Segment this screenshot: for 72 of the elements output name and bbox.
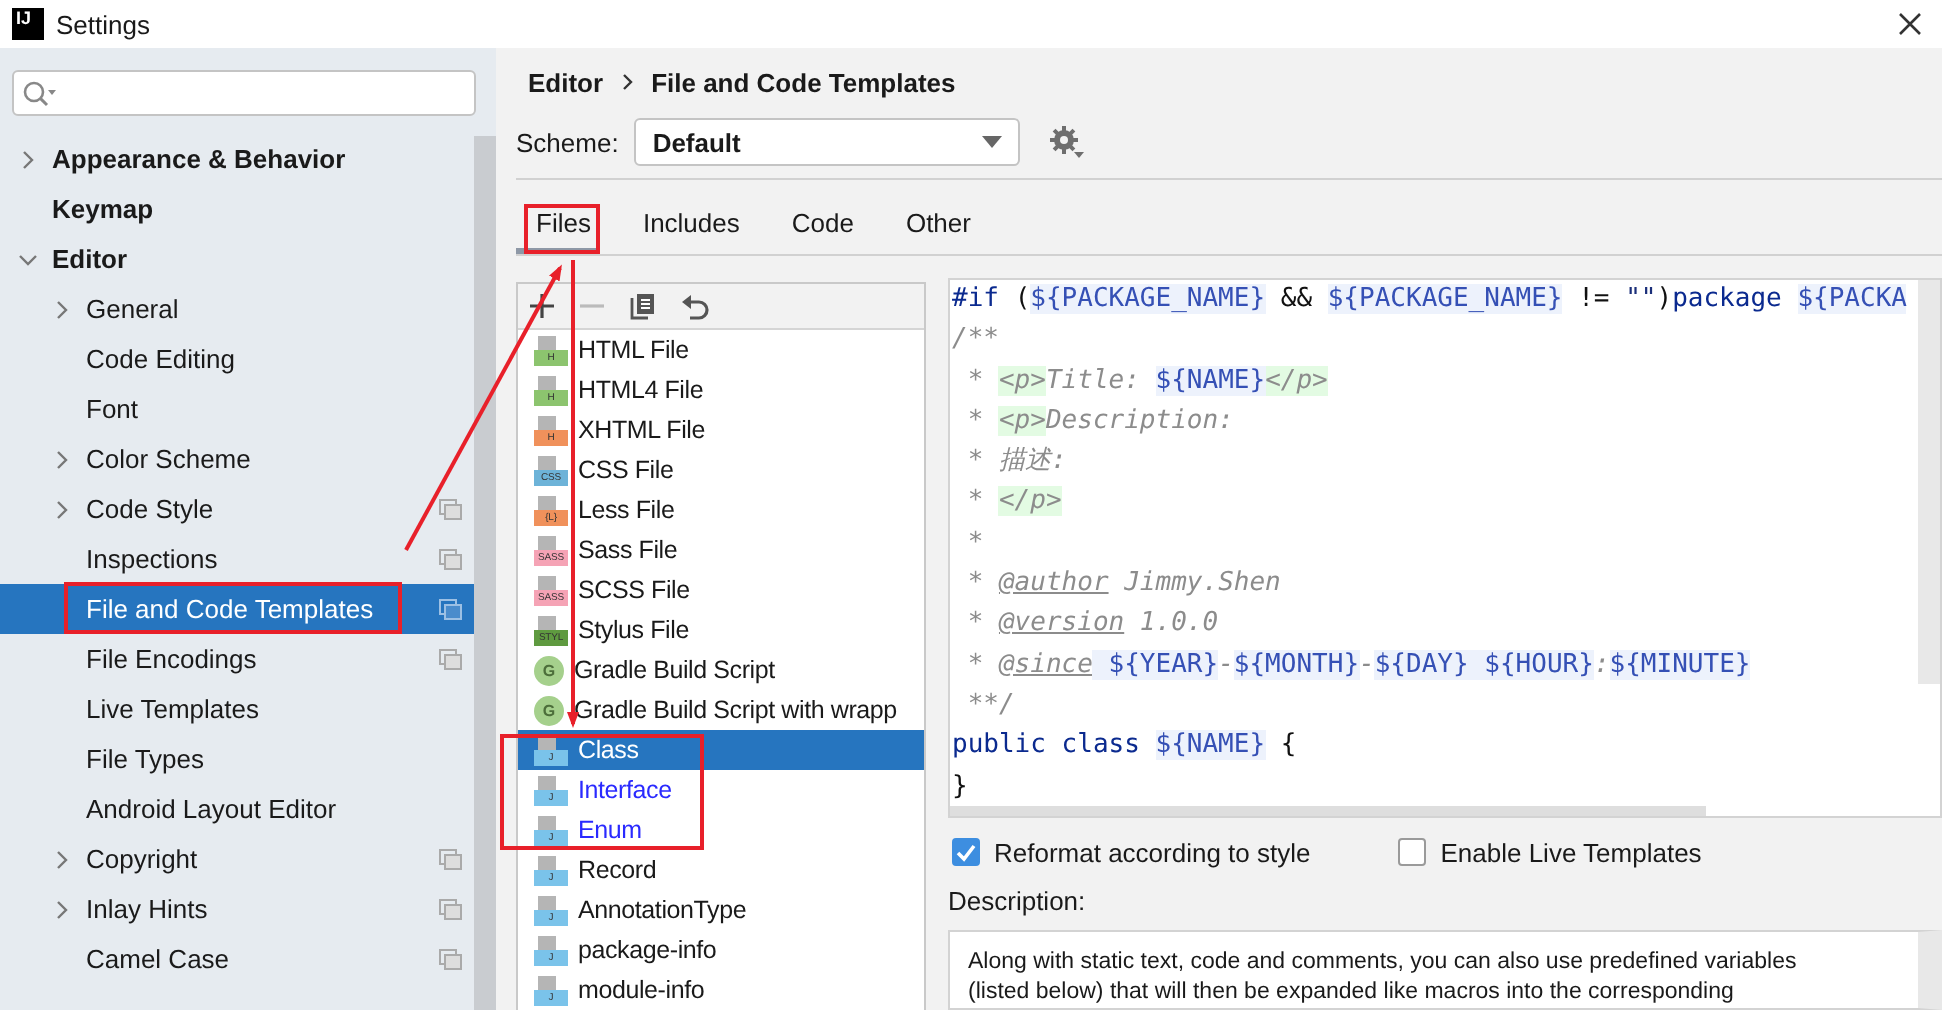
code-line: public class ${NAME} { (950, 728, 1299, 765)
code-line: * 描述: (965, 444, 1069, 481)
caret-icon (982, 136, 1003, 148)
app-logo: IJ (12, 8, 44, 40)
description-label: Description: (948, 884, 1088, 920)
gradle-icon: G (534, 655, 564, 685)
chevron-icon[interactable] (18, 149, 38, 169)
sidebar-item[interactable]: Android Layout Editor (0, 784, 474, 834)
sidebar-item[interactable]: Code Editing (0, 334, 474, 384)
code-line: /** (950, 322, 1001, 359)
code-line: **/ (965, 687, 1017, 724)
sidebar-item[interactable]: Editor (0, 234, 474, 284)
window-title: Settings (56, 9, 150, 39)
chevron-icon (619, 72, 636, 92)
template-item[interactable]: G Gradle Build Script (518, 650, 924, 690)
chevron-icon[interactable] (52, 899, 72, 919)
sidebar-item[interactable]: Keymap (0, 184, 474, 234)
sidebar-item[interactable]: File Types (0, 734, 474, 784)
sidebar-item[interactable]: Copyright (0, 834, 474, 884)
description-text: Along with static text, code and comments, you can also use predefined variables (968, 948, 1799, 978)
sidebar-item[interactable]: Inspections (0, 534, 474, 584)
plus-icon[interactable] (530, 294, 554, 318)
chevron-icon[interactable] (18, 249, 38, 269)
highlight-frame (524, 204, 600, 254)
checkbox[interactable] (952, 838, 980, 867)
tab[interactable]: Code (765, 200, 880, 254)
chevron-icon[interactable] (52, 849, 72, 869)
code-line: } (950, 769, 970, 806)
code-line: * @author Jimmy.Shen (965, 566, 1283, 603)
sidebar-item[interactable]: Appearance & Behavior (0, 134, 474, 184)
sidebar-item[interactable]: File and Code Templates (0, 584, 474, 634)
tab[interactable]: Files (516, 200, 601, 254)
sidebar-item[interactable]: Code Style (0, 484, 474, 534)
chevron-icon[interactable] (52, 499, 72, 519)
scheme-dropdown[interactable]: Default (634, 118, 1021, 166)
chevron-icon[interactable] (52, 299, 72, 319)
gradle-icon: G (534, 695, 564, 725)
code-line: * </p> (965, 484, 1064, 521)
undo-icon[interactable] (682, 293, 710, 319)
checkbox-option[interactable]: Reformat according to style (952, 837, 1311, 868)
description-text: (listed below) that will then be expanded like macros into the corresponding (968, 978, 1736, 1008)
code-editor[interactable] (948, 278, 1942, 819)
sidebar-item[interactable]: Camel Case (0, 934, 474, 984)
chevron-icon[interactable] (52, 449, 72, 469)
template-item[interactable]: G Gradle Build Script with wrapp (518, 690, 924, 730)
code-line: #if (${PACKAGE_NAME} && ${PACKAGE_NAME} != "")package ${PACKA (950, 282, 1909, 318)
checkbox[interactable] (1398, 838, 1427, 867)
search-field[interactable] (12, 70, 476, 116)
breadcrumb-item: Editor (528, 67, 604, 97)
code-line: * <p>Description: (965, 403, 1236, 440)
sidebar-item[interactable]: Color Scheme (0, 434, 474, 484)
code-line: * (965, 525, 986, 562)
copy-icon[interactable] (630, 292, 656, 320)
sidebar-item[interactable]: Font (0, 384, 474, 434)
scrollbar[interactable] (1918, 280, 1940, 684)
checkbox-option[interactable]: Enable Live Templates (1398, 837, 1702, 868)
search-icon (22, 79, 58, 107)
scheme-label: Scheme: (516, 127, 619, 157)
sidebar-item[interactable]: General (0, 284, 474, 334)
scrollbar[interactable] (950, 806, 1706, 817)
scrollbar[interactable] (474, 136, 496, 1010)
code-line: * @version 1.0.0 (965, 606, 1221, 643)
code-line: * @since ${YEAR}-${MONTH}-${DAY} ${HOUR}:${MINUTE} (965, 647, 1753, 684)
sidebar-item[interactable]: File Encodings (0, 634, 474, 684)
sidebar-item[interactable]: Live Templates (0, 684, 474, 734)
tab[interactable]: Includes (616, 200, 766, 254)
sidebar-item[interactable]: Inlay Hints (0, 884, 474, 934)
tab[interactable]: Other (879, 200, 997, 254)
settings-icon[interactable] (1048, 124, 1085, 160)
breadcrumb-item: File and Code Templates (651, 67, 956, 97)
close-icon[interactable] (1898, 12, 1922, 36)
code-line: * <p>Title: ${NAME}</p> (965, 363, 1330, 400)
